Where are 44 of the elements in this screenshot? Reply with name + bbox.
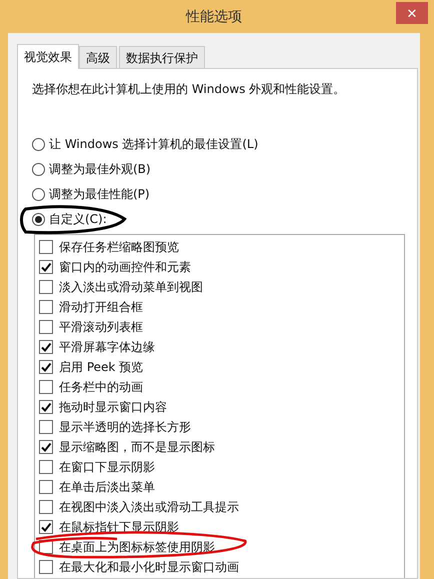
- checkbox[interactable]: [39, 400, 53, 414]
- option-label[interactable]: 保存任务栏缩略图预览: [59, 238, 179, 256]
- radio-label[interactable]: 调整为最佳外观(B): [49, 161, 151, 178]
- option-label[interactable]: 任务栏中的动画: [59, 378, 143, 396]
- option-label[interactable]: 窗口内的动画控件和元素: [59, 258, 191, 276]
- checkbox[interactable]: [39, 520, 53, 534]
- option-label[interactable]: 在最大化和最小化时显示窗口动画: [59, 558, 239, 576]
- radio-label[interactable]: 调整为最佳性能(P): [49, 186, 150, 203]
- radio-label[interactable]: 让 Windows 选择计算机的最佳设置(L): [49, 136, 258, 153]
- option-label[interactable]: 淡入淡出或滑动菜单到视图: [59, 278, 203, 296]
- close-button[interactable]: ✕: [396, 2, 428, 24]
- option-label[interactable]: 在窗口下显示阴影: [59, 458, 155, 476]
- tab[interactable]: 数据执行保护: [119, 46, 205, 68]
- radio-button[interactable]: [32, 138, 45, 151]
- option-label[interactable]: 显示缩略图，而不是显示图标: [59, 438, 215, 456]
- option-label[interactable]: 滑动打开组合框: [59, 298, 143, 316]
- checkbox[interactable]: [39, 260, 53, 274]
- checkbox[interactable]: [39, 300, 53, 314]
- option-label[interactable]: 在视图中淡入淡出或滑动工具提示: [59, 498, 239, 516]
- radio-button[interactable]: [32, 163, 45, 176]
- option-label[interactable]: 拖动时显示窗口内容: [59, 398, 167, 416]
- tab[interactable]: 视觉效果: [17, 44, 79, 69]
- window-title: 性能选项: [186, 8, 242, 26]
- option-label[interactable]: 显示半透明的选择长方形: [59, 418, 191, 436]
- radio-button[interactable]: [32, 213, 45, 226]
- checkbox[interactable]: [39, 440, 53, 454]
- radio-button[interactable]: [32, 188, 45, 201]
- checkbox[interactable]: [39, 240, 53, 254]
- tab[interactable]: 高级: [79, 46, 117, 68]
- option-label[interactable]: 启用 Peek 预览: [59, 358, 144, 376]
- option-label[interactable]: 平滑屏幕字体边缘: [59, 338, 155, 356]
- checkbox[interactable]: [39, 360, 53, 374]
- checkbox[interactable]: [39, 340, 53, 354]
- checkbox[interactable]: [39, 500, 53, 514]
- checkbox[interactable]: [39, 480, 53, 494]
- option-label[interactable]: 平滑滚动列表框: [59, 318, 143, 336]
- option-label[interactable]: 在单击后淡出菜单: [59, 478, 155, 496]
- checkbox[interactable]: [39, 320, 53, 334]
- checkbox[interactable]: [39, 280, 53, 294]
- description-text: 选择你想在此计算机上使用的 Windows 外观和性能设置。: [32, 81, 346, 98]
- checkbox[interactable]: [39, 380, 53, 394]
- checkbox[interactable]: [39, 420, 53, 434]
- checkbox[interactable]: [39, 460, 53, 474]
- checkbox[interactable]: [39, 560, 53, 574]
